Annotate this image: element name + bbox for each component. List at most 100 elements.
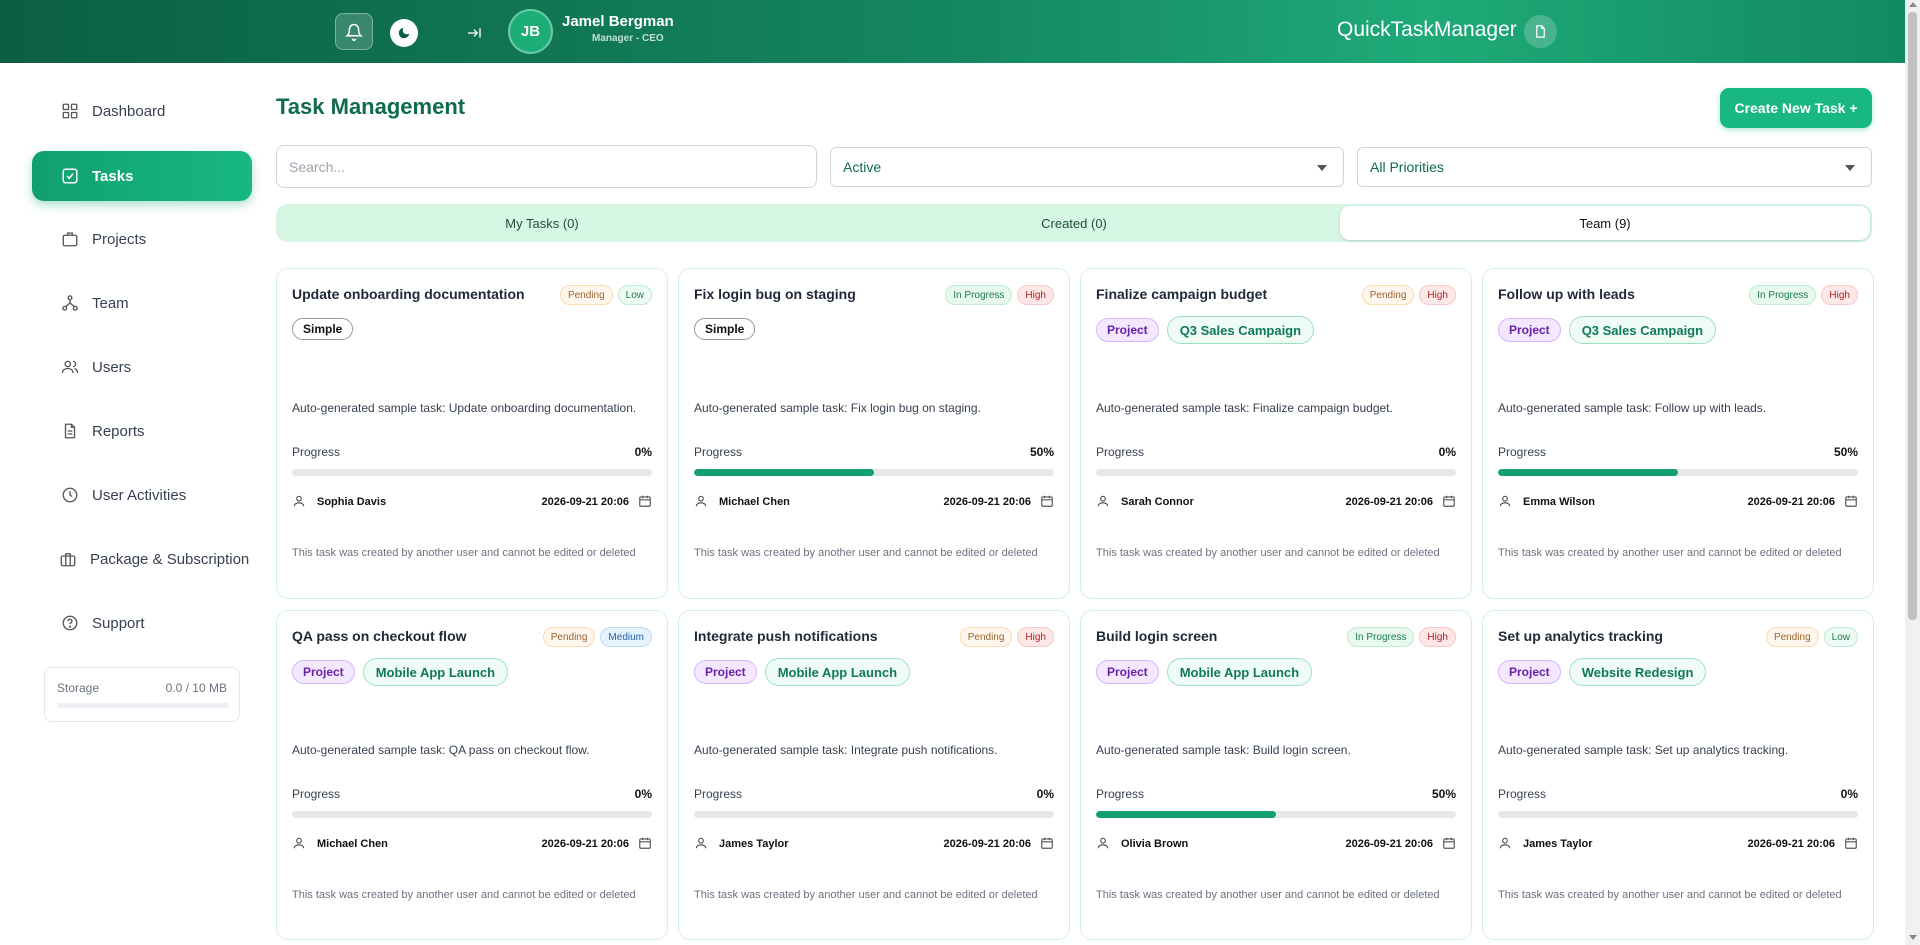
task-title: QA pass on checkout flow: [292, 628, 467, 644]
task-type-tag: Simple: [694, 318, 756, 340]
progress-value: 0%: [1036, 787, 1054, 801]
sidebar-item-projects[interactable]: Projects: [32, 214, 252, 264]
collapse-sidebar-button[interactable]: [460, 19, 488, 47]
notifications-button[interactable]: [335, 13, 373, 50]
due-date: 2026-09-21 20:06: [1747, 838, 1835, 850]
calendar-icon[interactable]: [1442, 836, 1456, 850]
task-card[interactable]: Set up analytics tracking Pending Low Pr…: [1482, 610, 1874, 940]
brand-title: QuickTaskManager: [1337, 18, 1517, 41]
sidebar-item-tasks[interactable]: Tasks: [32, 151, 252, 201]
project-tag[interactable]: Q3 Sales Campaign: [1568, 316, 1717, 344]
storage-bar: [57, 703, 229, 708]
calendar-icon[interactable]: [1844, 494, 1858, 508]
status-badge: Pending: [959, 627, 1013, 647]
scroll-up-arrow-icon[interactable]: [1909, 2, 1917, 7]
calendar-icon[interactable]: [1040, 836, 1054, 850]
sidebar-item-label: Package & Subscription: [90, 550, 250, 568]
progress-value: 50%: [1029, 445, 1054, 459]
progress-label: Progress: [1096, 445, 1145, 459]
sidebar-item-support[interactable]: Support: [32, 598, 252, 648]
assignee-name: Sophia Davis: [317, 496, 387, 508]
sidebar-item-users[interactable]: Users: [32, 342, 252, 392]
person-icon: [1499, 495, 1511, 507]
progress-value: 0%: [1438, 445, 1456, 459]
create-task-button[interactable]: Create New Task +: [1720, 88, 1872, 128]
task-description: Auto-generated sample task: Finalize cam…: [1096, 401, 1393, 415]
tab-created[interactable]: Created (0): [808, 204, 1340, 242]
bell-icon: [345, 23, 363, 41]
sidebar-item-package-subscription[interactable]: Package & Subscription: [32, 534, 252, 584]
readonly-note: This task was created by another user an…: [1498, 889, 1842, 901]
task-title: Set up analytics tracking: [1498, 628, 1663, 644]
sidebar-item-user-activities[interactable]: User Activities: [32, 470, 252, 520]
task-card[interactable]: Update onboarding documentation Pending …: [276, 268, 668, 599]
scroll-down-arrow-icon[interactable]: [1909, 935, 1917, 940]
task-card[interactable]: QA pass on checkout flow Pending Medium …: [276, 610, 668, 940]
progress-value: 50%: [1431, 787, 1456, 801]
tab-my-tasks[interactable]: My Tasks (0): [276, 204, 808, 242]
readonly-note: This task was created by another user an…: [1096, 889, 1440, 901]
project-tag[interactable]: Website Redesign: [1568, 658, 1707, 686]
calendar-icon[interactable]: [1040, 494, 1054, 508]
project-tag[interactable]: Mobile App Launch: [362, 658, 509, 686]
status-badge: In Progress: [945, 285, 1013, 305]
task-badges: Pending High: [1361, 285, 1456, 305]
check-square-icon: [60, 166, 80, 186]
theme-toggle-button[interactable]: [390, 19, 418, 47]
sidebar-item-team[interactable]: Team: [32, 278, 252, 328]
calendar-icon[interactable]: [638, 494, 652, 508]
task-type-tag: Project: [1498, 660, 1561, 684]
calendar-icon[interactable]: [1442, 494, 1456, 508]
task-description: Auto-generated sample task: QA pass on c…: [292, 743, 590, 757]
calendar-icon[interactable]: [1844, 836, 1858, 850]
task-description: Auto-generated sample task: Follow up wi…: [1498, 401, 1767, 415]
assignee-name: Emma Wilson: [1523, 496, 1596, 508]
progress-label: Progress: [1498, 445, 1547, 459]
task-type-tag: Project: [1096, 318, 1159, 342]
sidebar-item-reports[interactable]: Reports: [32, 406, 252, 456]
due-date: 2026-09-21 20:06: [1747, 496, 1835, 508]
progress-value: 50%: [1833, 445, 1858, 459]
task-card[interactable]: Follow up with leads In Progress High Pr…: [1482, 268, 1874, 599]
task-description: Auto-generated sample task: Update onboa…: [292, 401, 637, 415]
calendar-icon[interactable]: [638, 836, 652, 850]
progress-bar: [694, 811, 1054, 818]
sidebar-item-dashboard[interactable]: Dashboard: [32, 86, 252, 136]
progress-fill: [694, 469, 874, 476]
status-filter-select[interactable]: Active: [830, 147, 1344, 187]
task-card[interactable]: Build login screen In Progress High Proj…: [1080, 610, 1472, 940]
progress-value: 0%: [1840, 787, 1858, 801]
task-tags: Simple: [292, 318, 354, 340]
task-card[interactable]: Finalize campaign budget Pending High Pr…: [1080, 268, 1472, 599]
clock-icon: [60, 485, 80, 505]
due-date: 2026-09-21 20:06: [943, 838, 1031, 850]
person-icon: [293, 837, 305, 849]
brand-document-button[interactable]: [1524, 15, 1557, 48]
page-scrollbar[interactable]: [1905, 0, 1920, 945]
task-card[interactable]: Fix login bug on staging In Progress Hig…: [678, 268, 1070, 599]
project-tag[interactable]: Q3 Sales Campaign: [1166, 316, 1315, 344]
tab-team[interactable]: Team (9): [1340, 206, 1870, 240]
readonly-note: This task was created by another user an…: [292, 889, 636, 901]
readonly-note: This task was created by another user an…: [1498, 547, 1842, 559]
project-tag[interactable]: Mobile App Launch: [1166, 658, 1313, 686]
search-input[interactable]: Search...: [276, 145, 817, 188]
user-name: Jamel Bergman: [562, 13, 674, 30]
avatar[interactable]: JB: [508, 9, 553, 54]
progress-bar: [292, 811, 652, 818]
project-tag[interactable]: Mobile App Launch: [764, 658, 911, 686]
task-badges: In Progress High: [945, 285, 1054, 305]
task-card[interactable]: Integrate push notifications Pending Hig…: [678, 610, 1070, 940]
priority-badge: High: [1419, 285, 1456, 305]
package-icon: [58, 549, 78, 569]
scroll-thumb[interactable]: [1908, 12, 1917, 620]
task-type-tag: Simple: [292, 318, 354, 340]
task-tags: Project Mobile App Launch: [1096, 658, 1313, 686]
progress-bar: [694, 469, 1054, 476]
sidebar: Dashboard Tasks Projects Team Users Repo…: [0, 63, 260, 945]
task-type-tag: Project: [292, 660, 355, 684]
priority-filter-select[interactable]: All Priorities: [1357, 147, 1872, 187]
status-badge: In Progress: [1749, 285, 1817, 305]
sidebar-item-label: Projects: [92, 230, 147, 248]
status-badge: Pending: [542, 627, 596, 647]
